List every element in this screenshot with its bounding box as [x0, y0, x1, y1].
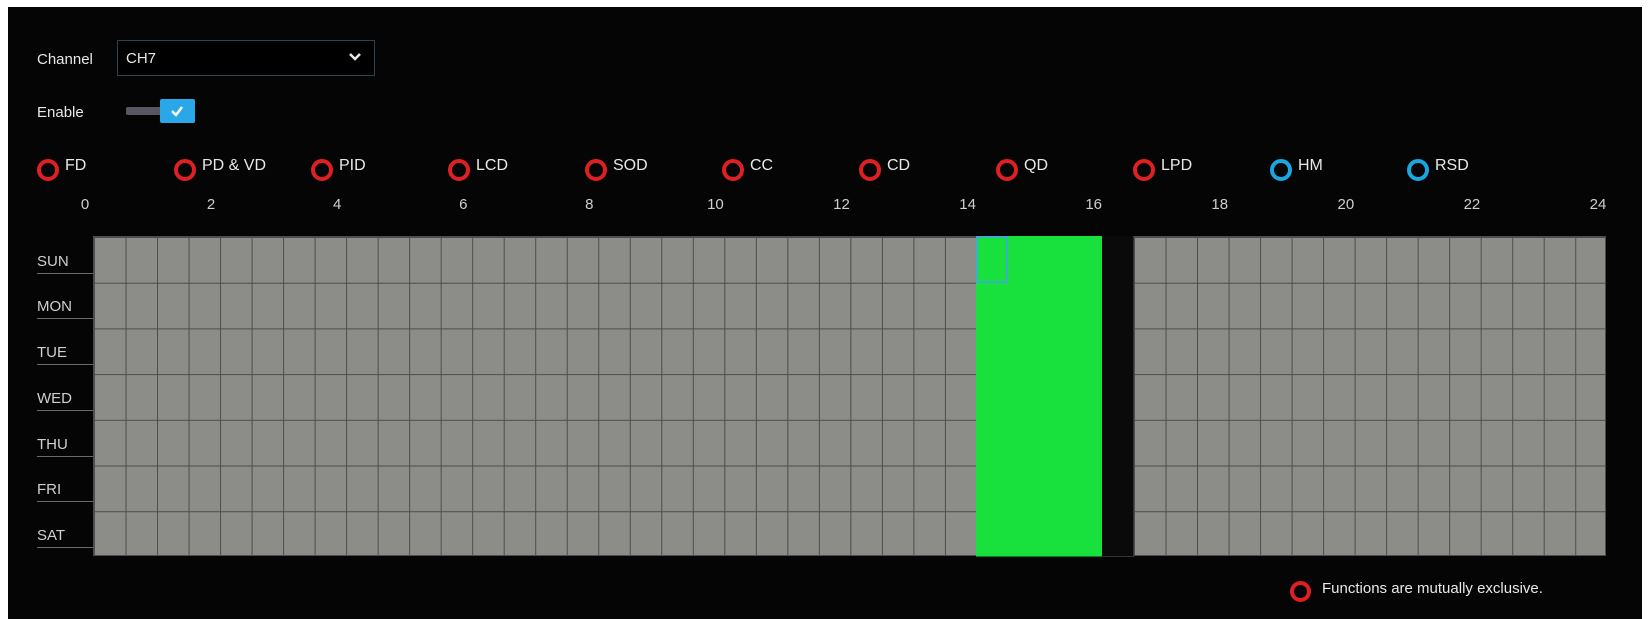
schedule-cell-active[interactable] [1038, 510, 1072, 557]
legend-text: Functions are mutually exclusive. [1322, 580, 1543, 597]
day-divider [37, 272, 93, 274]
function-label: LCD [476, 157, 509, 174]
radio-ring-icon [1270, 159, 1292, 181]
radio-ring-icon [1407, 159, 1429, 181]
schedule-cell-active[interactable] [1007, 327, 1040, 375]
schedule-cell-active[interactable] [1038, 236, 1072, 283]
radio-ring-icon [311, 159, 333, 181]
radio-ring-icon [174, 159, 196, 181]
check-icon [169, 104, 185, 123]
hour-tick-label: 22 [1463, 196, 1481, 213]
schedule-cell-active[interactable] [1007, 373, 1040, 420]
day-label-tue: TUE [37, 344, 67, 362]
schedule-cell-active[interactable] [975, 418, 1009, 466]
enable-toggle-track[interactable] [126, 107, 162, 115]
schedule-cell-active[interactable] [975, 373, 1009, 420]
schedule-grid[interactable] [93, 236, 1606, 557]
schedule-cell-active[interactable] [975, 327, 1009, 375]
day-divider [37, 455, 93, 457]
schedule-cell-active[interactable] [1038, 327, 1072, 375]
schedule-cell-active[interactable] [1070, 464, 1103, 512]
radio-ring-icon [996, 159, 1018, 181]
hour-tick-label: 24 [1589, 196, 1607, 213]
hour-tick-label: 20 [1337, 196, 1355, 213]
day-label-wed: WED [37, 389, 72, 407]
day-divider [37, 318, 93, 320]
hour-tick-label: 0 [80, 196, 90, 213]
schedule-cell-dark[interactable] [1101, 236, 1135, 283]
schedule-cell-dark[interactable] [1101, 510, 1135, 557]
schedule-cell-active[interactable] [1007, 464, 1040, 512]
chevron-down-icon [348, 50, 362, 69]
schedule-cell-dark[interactable] [1101, 418, 1135, 466]
hour-tick-label: 16 [1085, 196, 1102, 213]
function-label: QD [1024, 157, 1048, 174]
schedule-cell-active[interactable] [975, 510, 1009, 557]
day-divider [37, 547, 93, 548]
function-label: LPD [1161, 157, 1193, 174]
day-label-thu: THU [37, 435, 68, 453]
function-label: SOD [613, 157, 648, 174]
day-divider [37, 409, 93, 411]
radio-ring-icon [448, 159, 470, 181]
hour-tick-label: 18 [1211, 196, 1229, 213]
schedule-cell-active[interactable] [1007, 418, 1040, 466]
day-divider [37, 501, 93, 503]
function-label: PD & VD [202, 157, 267, 174]
radio-ring-icon [859, 159, 881, 181]
schedule-cell-active[interactable] [1070, 510, 1103, 557]
day-label-mon: MON [37, 298, 72, 316]
function-label: RSD [1435, 157, 1469, 174]
enable-label: Enable [37, 104, 84, 121]
schedule-cell-active[interactable] [1070, 236, 1103, 283]
hour-tick-label: 14 [959, 196, 976, 213]
schedule-cell-dark[interactable] [1101, 281, 1135, 329]
schedule-cell-active[interactable] [975, 281, 1009, 329]
schedule-cell-active[interactable] [1070, 373, 1103, 420]
day-label-fri: FRI [37, 481, 62, 499]
function-label: PID [339, 157, 366, 174]
schedule-cell-active[interactable] [1007, 510, 1040, 557]
hour-tick-label: 10 [707, 196, 724, 213]
schedule-cell-dark[interactable] [1101, 327, 1135, 375]
day-divider [37, 364, 93, 366]
day-label-sat: SAT [37, 527, 66, 544]
schedule-cell-active[interactable] [1070, 418, 1103, 466]
day-label-sun: SUN [37, 252, 69, 270]
radio-ring-icon [722, 159, 744, 181]
hour-tick-label: 8 [585, 196, 594, 213]
schedule-cell-active[interactable] [1007, 281, 1040, 329]
schedule-cell-active[interactable] [1038, 281, 1072, 329]
channel-value: CH7 [126, 50, 157, 67]
function-label: CD [887, 157, 911, 174]
function-label: HM [1298, 157, 1323, 174]
schedule-cell-dark[interactable] [1101, 464, 1135, 512]
channel-label: Channel [37, 51, 93, 68]
function-label: FD [65, 157, 87, 174]
radio-ring-icon [1133, 159, 1155, 181]
function-label: CC [750, 157, 774, 174]
hour-tick-label: 6 [459, 196, 468, 213]
channel-select[interactable]: CH7 [117, 40, 375, 76]
red-ring-icon [1290, 581, 1311, 602]
schedule-cell-active[interactable] [1070, 281, 1103, 329]
schedule-cell-active[interactable] [1070, 327, 1103, 375]
schedule-cell-active[interactable] [1038, 373, 1072, 420]
hour-tick-label: 12 [833, 196, 850, 213]
radio-ring-icon [37, 159, 59, 181]
smart-schedule-panel: Channel CH7 Enable FD PD & VD PID LCD SOD CC C… [8, 7, 1642, 619]
schedule-cell-dark[interactable] [1101, 373, 1135, 420]
enable-toggle[interactable] [160, 99, 195, 123]
schedule-cell-active[interactable] [1038, 464, 1072, 512]
radio-ring-icon [585, 159, 607, 181]
schedule-cursor[interactable] [975, 236, 1009, 283]
schedule-cell-active[interactable] [975, 464, 1009, 512]
schedule-cell-active[interactable] [1007, 236, 1040, 283]
hour-tick-label: 4 [332, 196, 342, 213]
schedule-cell-active[interactable] [1038, 418, 1072, 466]
hour-tick-label: 2 [206, 196, 216, 213]
